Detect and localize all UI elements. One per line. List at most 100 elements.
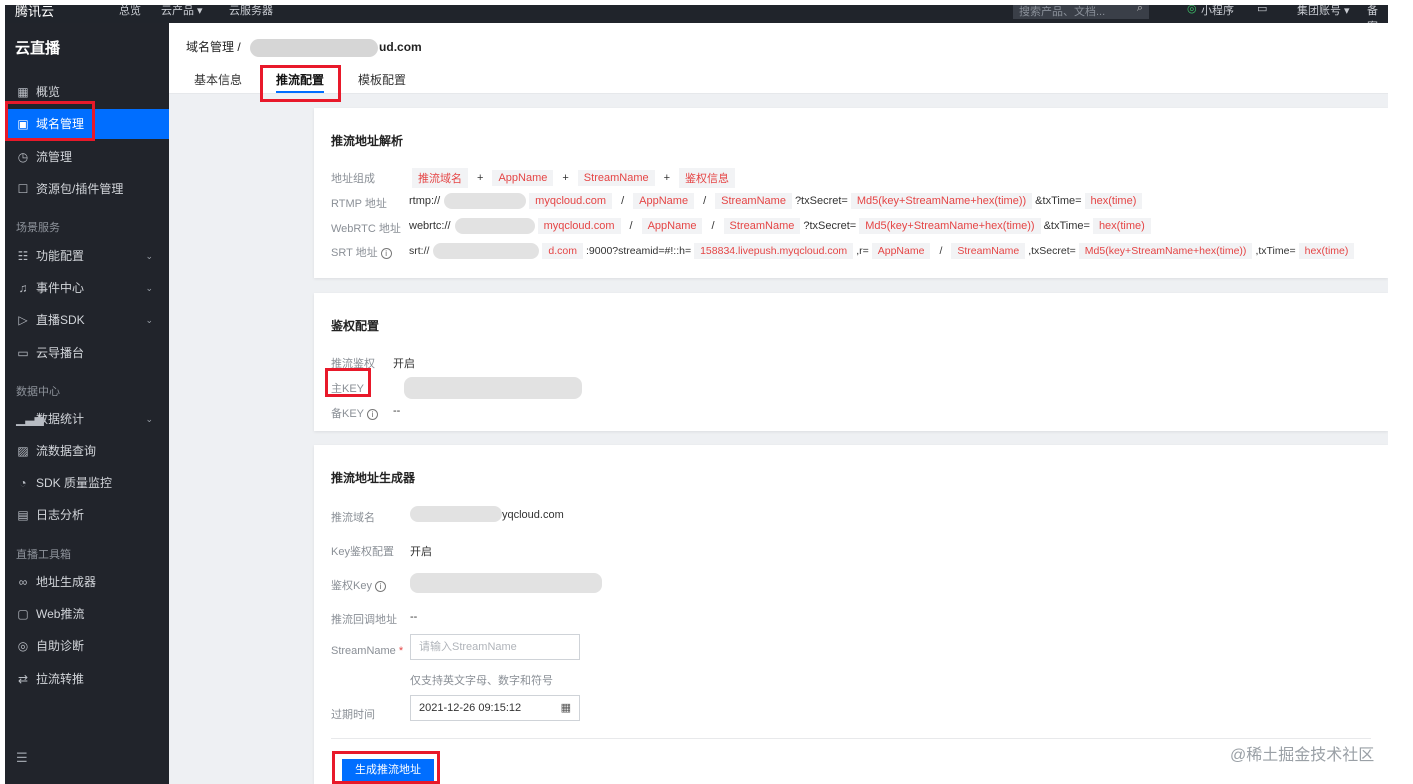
plus-sign: + xyxy=(477,172,484,184)
srt-port-text: :9000?streamid=#!::h= xyxy=(586,245,692,257)
streamname-label-text: StreamName xyxy=(331,645,396,657)
mini-program-icon[interactable]: ◎ xyxy=(1187,5,1197,15)
sidebar-item-self-diagnose[interactable]: ◎ 自助诊断 xyxy=(5,631,169,661)
srt-label-text: SRT 地址 xyxy=(331,247,378,259)
push-auth-value: 开启 xyxy=(393,358,415,370)
streamname-hint: 仅支持英文字母、数字和符号 xyxy=(410,675,553,687)
sidebar-item-stream-management[interactable]: ◷ 流管理 xyxy=(5,142,169,172)
callback-value: -- xyxy=(410,611,418,623)
chevron-down-icon: ⌄ xyxy=(145,414,153,424)
card-title: 推流地址生成器 xyxy=(331,471,416,485)
mini-program-link[interactable]: 小程序 xyxy=(1201,5,1234,18)
info-icon[interactable]: i xyxy=(374,580,386,592)
callback-label: 推流回调地址 xyxy=(331,614,397,626)
chip-md5: Md5(key+StreamName+hex(time)) xyxy=(1078,243,1253,259)
sidebar-item-packages[interactable]: ☐ 资源包/插件管理 xyxy=(5,174,169,204)
account-menu[interactable]: 集团账号 ▾ xyxy=(1297,5,1350,18)
card-title: 推流地址解析 xyxy=(331,134,404,148)
auth-config-card: 鉴权配置 推流鉴权 开启 主KEY 备KEY i -- xyxy=(314,293,1388,431)
slash: / xyxy=(621,195,625,207)
chip-host: 158834.livepush.myqcloud.com xyxy=(694,243,854,259)
bell-icon: ♫ xyxy=(18,281,28,295)
chevron-down-icon: ⌄ xyxy=(145,251,153,261)
redacted-auth-key xyxy=(410,573,602,593)
plus-sign: + xyxy=(562,172,569,184)
swap-icon: ⇄ xyxy=(17,672,29,686)
link-icon: ∞ xyxy=(18,575,28,589)
push-domain-label: 推流域名 xyxy=(331,512,375,524)
nav-overview[interactable]: 总览 xyxy=(119,5,141,18)
key-auth-value: 开启 xyxy=(410,546,432,558)
tab-basic-info[interactable]: 基本信息 xyxy=(194,71,242,88)
search-icon[interactable]: ⌕ xyxy=(1137,5,1143,15)
slash: / xyxy=(703,195,707,207)
expire-value: 2021-12-26 09:15:12 xyxy=(419,702,522,714)
expire-datetime-input[interactable]: 2021-12-26 09:15:12 ▦ xyxy=(410,695,580,721)
push-address-parse-card: 推流地址解析 地址组成 RTMP 地址 WebRTC 地址 SRT 地址 i 推流… xyxy=(314,108,1388,278)
breadcrumb: 域名管理 / ud.com xyxy=(186,38,422,57)
sidebar-item-address-generator[interactable]: ∞ 地址生成器 xyxy=(5,567,169,597)
chip-appname: AppName xyxy=(871,243,931,259)
txtime-text: &txTime= xyxy=(1035,195,1082,207)
card-title: 鉴权配置 xyxy=(331,319,380,333)
chip-streamname: StreamName xyxy=(715,193,792,209)
rtmp-label: RTMP 地址 xyxy=(331,198,387,210)
redacted-domain xyxy=(444,193,527,209)
breadcrumb-root[interactable]: 域名管理 xyxy=(186,40,234,54)
chip-streamname: StreamName xyxy=(577,170,655,186)
sidebar-item-feature-config[interactable]: ☷ 功能配置 ⌄ xyxy=(5,241,169,271)
sidebar-item-sdk-monitor[interactable]: ◔ SDK 质量监控 xyxy=(5,468,169,498)
sidebar-item-event-center[interactable]: ♫ 事件中心 ⌄ xyxy=(5,273,169,303)
ticket-icon[interactable]: ▭ xyxy=(1257,5,1267,15)
product-title: 云直播 xyxy=(15,40,61,57)
highlight-box-domain xyxy=(5,101,95,141)
tab-template-config[interactable]: 模板配置 xyxy=(358,71,406,88)
webrtc-row: webrtc:// myqcloud.com / AppName / Strea… xyxy=(409,218,1154,234)
search-input[interactable]: 搜索产品、文档... ⌕ xyxy=(1013,5,1149,19)
sidebar-item-cloud-director[interactable]: ▭ 云导播台 xyxy=(5,338,169,368)
cloud-logo[interactable]: 腾讯云 xyxy=(15,5,54,20)
chip-appname: AppName xyxy=(492,170,554,186)
collapse-sidebar-icon[interactable]: ☰ xyxy=(16,750,28,766)
sidebar-item-label: 地址生成器 xyxy=(36,575,97,589)
info-icon[interactable]: i xyxy=(367,408,379,420)
sidebar-item-web-push[interactable]: ▢ Web推流 xyxy=(5,599,169,629)
redacted-domain xyxy=(410,506,502,522)
beian-link[interactable]: 备案 xyxy=(1367,5,1388,23)
chip-appname: AppName xyxy=(633,193,695,209)
chip-md5: Md5(key+StreamName+hex(time)) xyxy=(850,193,1033,209)
watermark: @稀土掘金技术社区 xyxy=(1230,747,1375,764)
sidebar-item-label: 直播SDK xyxy=(36,313,85,327)
chip-appname: AppName xyxy=(641,218,703,234)
chevron-down-icon: ⌄ xyxy=(145,283,153,293)
auth-key-label-text: 鉴权Key xyxy=(331,580,372,592)
nav-cvm[interactable]: 云服务器 xyxy=(229,5,273,18)
breadcrumb-domain: ud.com xyxy=(379,40,422,54)
sidebar-item-log-analysis[interactable]: ▤ 日志分析 xyxy=(5,500,169,530)
chip-hex-time: hex(time) xyxy=(1084,193,1143,209)
streamname-input[interactable]: 请输入StreamName xyxy=(410,634,580,660)
search-placeholder: 搜索产品、文档... xyxy=(1019,6,1106,18)
play-icon: ▷ xyxy=(18,313,28,327)
sidebar-item-live-sdk[interactable]: ▷ 直播SDK ⌄ xyxy=(5,305,169,335)
info-icon[interactable]: i xyxy=(380,247,392,259)
page-header: 域名管理 / ud.com 基本信息 推流配置 模板配置 xyxy=(169,23,1388,94)
calendar-icon[interactable]: ▦ xyxy=(561,696,571,720)
chip-domain: myqcloud.com xyxy=(537,218,621,234)
webrtc-label: WebRTC 地址 xyxy=(331,223,401,235)
chip-md5: Md5(key+StreamName+hex(time)) xyxy=(859,218,1041,234)
sidebar-item-data-stats[interactable]: ▁▃▅ 数据统计 ⌄ xyxy=(5,404,169,434)
redacted-main-key xyxy=(404,377,582,399)
highlight-box-tab xyxy=(260,65,341,102)
chip-auth-info: 鉴权信息 xyxy=(679,168,736,188)
web-icon: ▢ xyxy=(17,607,29,621)
srt-r-text: ,r= xyxy=(856,245,869,257)
sidebar-item-label: 日志分析 xyxy=(36,508,85,522)
highlight-box-main-key xyxy=(325,368,371,397)
backup-key-label: 备KEY i xyxy=(331,405,379,421)
slash: / xyxy=(939,245,943,257)
sidebar-item-pull-relay[interactable]: ⇄ 拉流转推 xyxy=(5,664,169,694)
txsecret-text: ,txSecret= xyxy=(1028,245,1076,257)
nav-products[interactable]: 云产品 ▾ xyxy=(161,5,203,18)
sidebar-item-stream-query[interactable]: ▨ 流数据查询 xyxy=(5,436,169,466)
